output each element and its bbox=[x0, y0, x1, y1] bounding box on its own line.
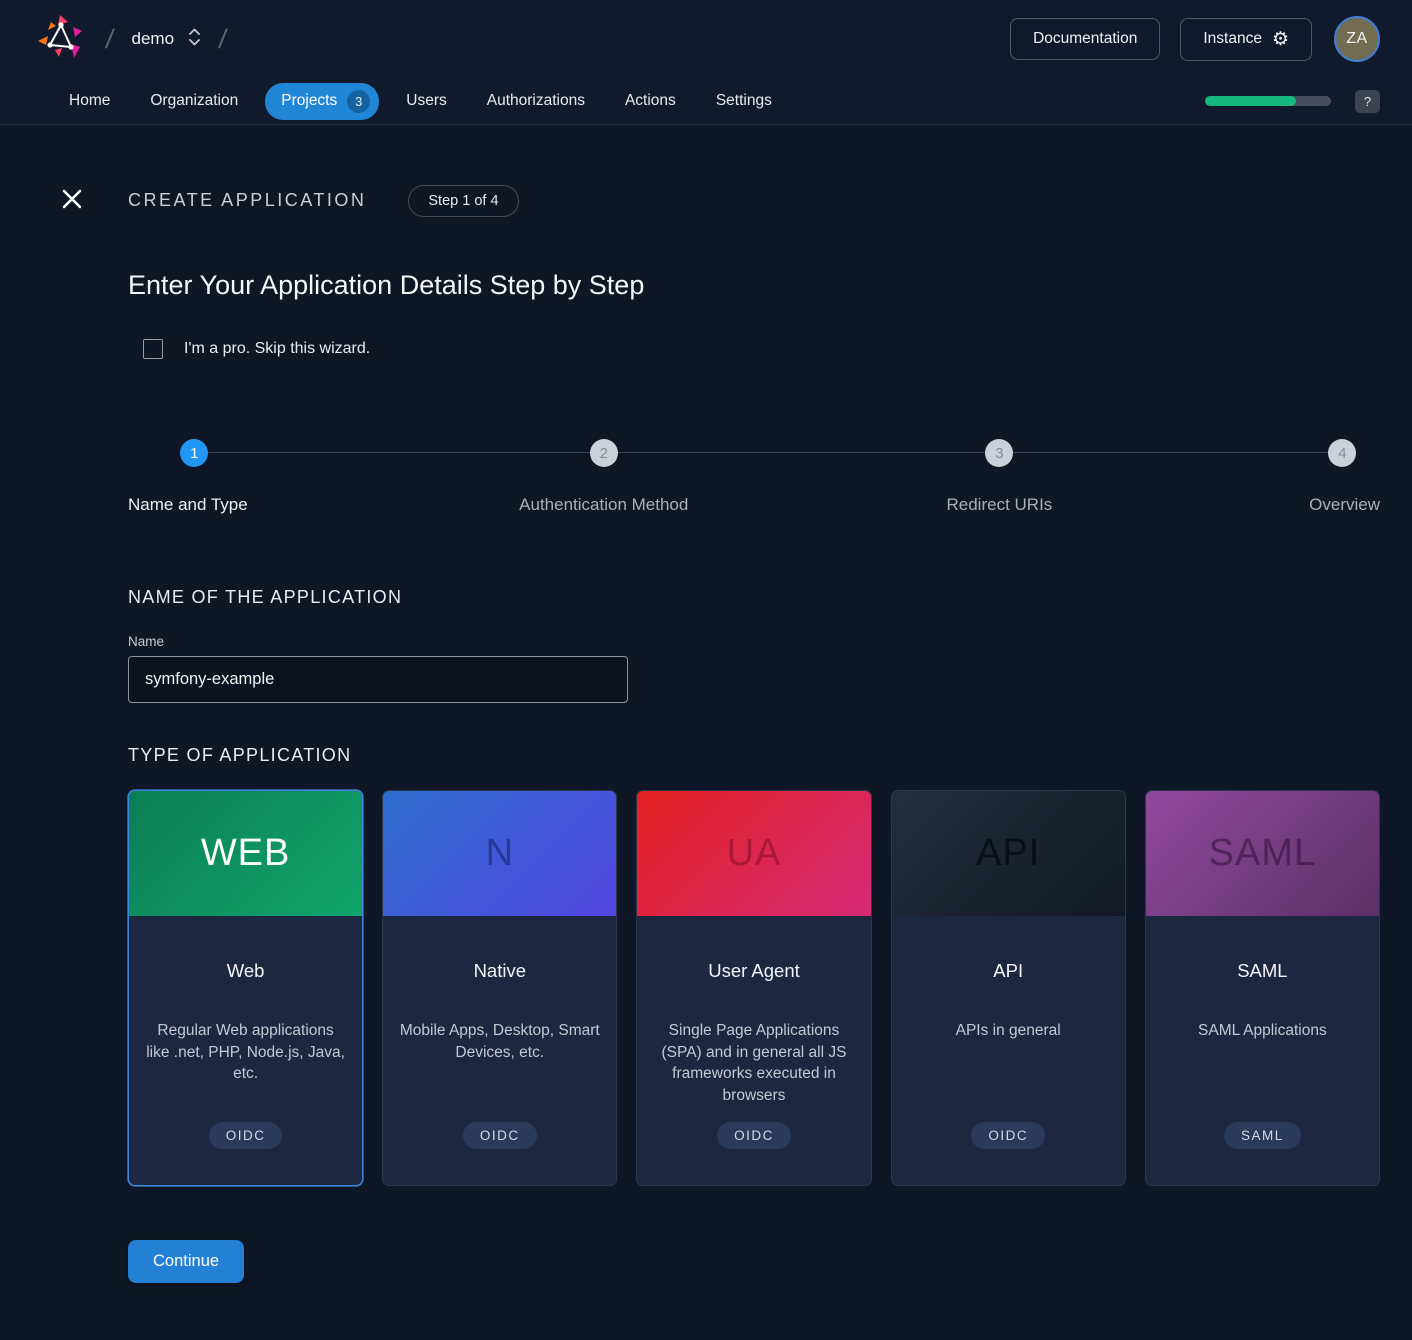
protocol-badge: OIDC bbox=[717, 1122, 791, 1149]
nav-item-settings[interactable]: Settings bbox=[703, 85, 785, 117]
app-type-card-saml-header: SAML bbox=[1146, 791, 1379, 916]
app-type-card-native-header: N bbox=[383, 791, 616, 916]
nav-item-projects[interactable]: Projects 3 bbox=[265, 83, 379, 120]
protocol-badge: OIDC bbox=[209, 1122, 283, 1149]
main-nav: Home Organization Projects 3 Users Autho… bbox=[0, 78, 1412, 125]
step-circle-4: 4 bbox=[1328, 439, 1356, 467]
app-type-card-api[interactable]: API API APIs in general OIDC bbox=[891, 790, 1126, 1186]
app-type-title: Native bbox=[474, 960, 526, 982]
step-indicator-badge: Step 1 of 4 bbox=[408, 185, 518, 217]
step-label-redirect-uris: Redirect URIs bbox=[946, 495, 1052, 515]
app-type-card-user-agent-body: User Agent Single Page Applications (SPA… bbox=[637, 916, 870, 1185]
instance-button[interactable]: Instance ⚙ bbox=[1180, 18, 1312, 61]
skip-wizard-label: I'm a pro. Skip this wizard. bbox=[184, 340, 370, 358]
app-type-card-native-body: Native Mobile Apps, Desktop, Smart Devic… bbox=[383, 916, 616, 1185]
nav-item-home[interactable]: Home bbox=[56, 85, 123, 117]
nav-item-actions[interactable]: Actions bbox=[612, 85, 689, 117]
app-type-card-api-body: API APIs in general OIDC bbox=[892, 916, 1125, 1185]
quota-progress-fill bbox=[1205, 96, 1296, 106]
nav-item-organization[interactable]: Organization bbox=[137, 85, 251, 117]
avatar-initials: ZA bbox=[1346, 30, 1367, 48]
step-circle-1: 1 bbox=[180, 439, 208, 467]
create-application-wizard: CREATE APPLICATION Step 1 of 4 Enter You… bbox=[0, 183, 1412, 1283]
breadcrumb-separator: / bbox=[104, 24, 116, 55]
step-label-authentication-method: Authentication Method bbox=[519, 495, 688, 515]
close-button[interactable] bbox=[56, 183, 88, 218]
documentation-button[interactable]: Documentation bbox=[1010, 18, 1160, 60]
nav-item-users[interactable]: Users bbox=[393, 85, 459, 117]
help-button[interactable]: ? bbox=[1355, 90, 1380, 113]
app-type-card-web-header: WEB bbox=[129, 791, 362, 916]
protocol-badge: OIDC bbox=[971, 1122, 1045, 1149]
app-type-card-native[interactable]: N Native Mobile Apps, Desktop, Smart Dev… bbox=[382, 790, 617, 1186]
app-type-card-user-agent[interactable]: UA User Agent Single Page Applications (… bbox=[636, 790, 871, 1186]
zitadel-logo[interactable] bbox=[36, 14, 88, 65]
chevron-updown-icon bbox=[188, 26, 201, 53]
avatar[interactable]: ZA bbox=[1334, 16, 1380, 62]
step-label-overview: Overview bbox=[1309, 495, 1380, 515]
org-selector-value: demo bbox=[132, 29, 175, 49]
app-type-description: Mobile Apps, Desktop, Smart Devices, etc… bbox=[399, 1020, 600, 1063]
protocol-badge: SAML bbox=[1224, 1122, 1301, 1149]
app-type-description: Single Page Applications (SPA) and in ge… bbox=[653, 1020, 854, 1107]
app-type-card-saml-body: SAML SAML Applications SAML bbox=[1146, 916, 1379, 1185]
app-type-card-saml[interactable]: SAML SAML SAML Applications SAML bbox=[1145, 790, 1380, 1186]
logo-icon bbox=[36, 14, 88, 65]
app-type-title: Web bbox=[227, 960, 265, 982]
app-type-card-web-body: Web Regular Web applications like .net, … bbox=[129, 916, 362, 1185]
org-selector[interactable]: demo bbox=[132, 26, 202, 53]
breadcrumb-separator: / bbox=[217, 24, 229, 55]
app-type-card-user-agent-header: UA bbox=[637, 791, 870, 916]
step-circle-2: 2 bbox=[590, 439, 618, 467]
app-type-title: API bbox=[993, 960, 1023, 982]
protocol-badge: OIDC bbox=[463, 1122, 537, 1149]
name-field-group: Name bbox=[128, 634, 1380, 703]
wizard-stepper: 1 2 3 4 Name and Type Authentication Met… bbox=[128, 439, 1380, 521]
quota-progress-bar bbox=[1205, 96, 1331, 106]
continue-button[interactable]: Continue bbox=[128, 1240, 244, 1283]
name-input[interactable] bbox=[128, 656, 628, 703]
skip-wizard-checkbox[interactable] bbox=[143, 339, 163, 359]
app-type-card-api-header: API bbox=[892, 791, 1125, 916]
wizard-title: CREATE APPLICATION bbox=[128, 190, 366, 211]
app-type-description: APIs in general bbox=[956, 1020, 1061, 1042]
app-type-card-web[interactable]: WEB Web Regular Web applications like .n… bbox=[128, 790, 363, 1186]
nav-item-authorizations[interactable]: Authorizations bbox=[474, 85, 598, 117]
app-type-title: SAML bbox=[1237, 960, 1287, 982]
page-title: Enter Your Application Details Step by S… bbox=[128, 270, 1380, 301]
app-type-title: User Agent bbox=[708, 960, 800, 982]
type-section-title: TYPE OF APPLICATION bbox=[128, 745, 1380, 766]
app-type-description: SAML Applications bbox=[1198, 1020, 1327, 1042]
stepper-line bbox=[194, 452, 1347, 453]
top-bar: / demo / Documentation Instance ⚙ ZA bbox=[0, 0, 1412, 78]
app-type-description: Regular Web applications like .net, PHP,… bbox=[145, 1020, 346, 1085]
name-section-title: NAME OF THE APPLICATION bbox=[128, 587, 1380, 608]
step-label-name-and-type: Name and Type bbox=[128, 495, 248, 515]
step-circle-3: 3 bbox=[985, 439, 1013, 467]
name-field-label: Name bbox=[128, 634, 1380, 649]
skip-wizard-row[interactable]: I'm a pro. Skip this wizard. bbox=[143, 339, 1412, 359]
instance-button-label: Instance bbox=[1203, 30, 1262, 48]
documentation-button-label: Documentation bbox=[1033, 30, 1137, 48]
close-icon bbox=[60, 187, 84, 214]
projects-count-badge: 3 bbox=[347, 90, 370, 113]
gear-icon: ⚙ bbox=[1272, 30, 1289, 49]
wizard-header: CREATE APPLICATION Step 1 of 4 bbox=[56, 183, 1380, 218]
app-type-cards: WEB Web Regular Web applications like .n… bbox=[128, 790, 1380, 1186]
nav-item-projects-label: Projects bbox=[281, 92, 337, 110]
